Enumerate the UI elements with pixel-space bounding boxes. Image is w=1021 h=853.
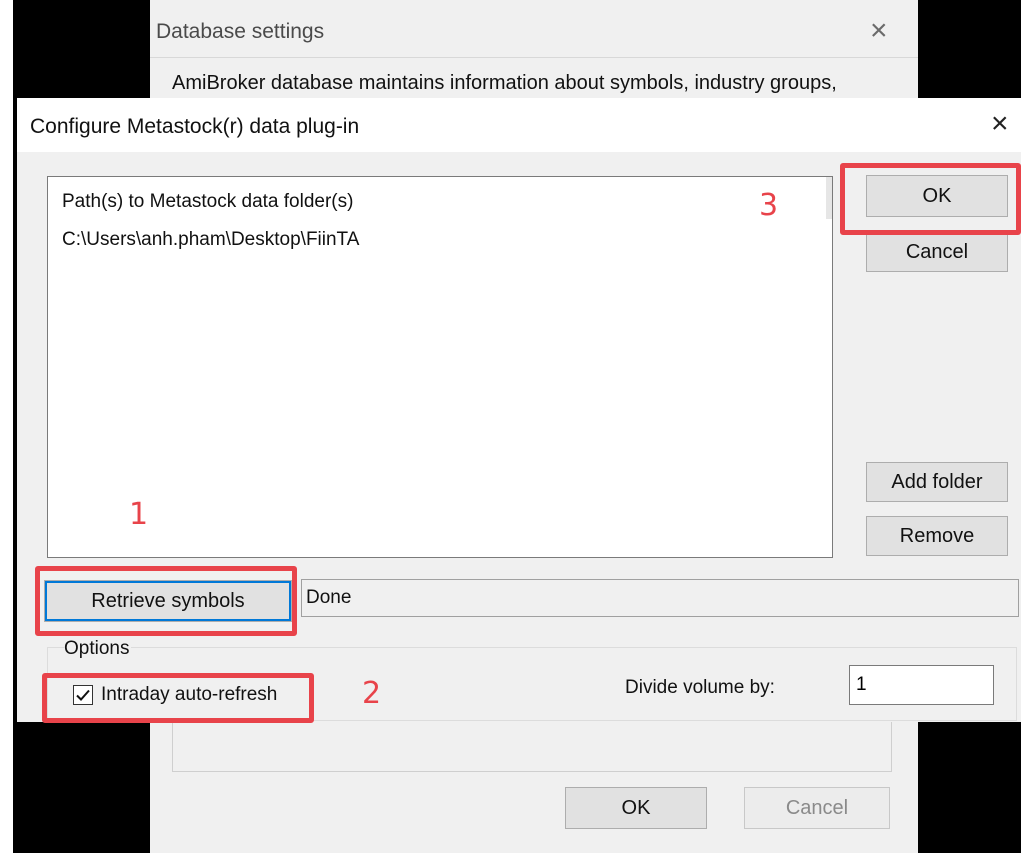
- highlight-retrieve-symbols: [35, 566, 297, 636]
- list-item[interactable]: Path(s) to Metastock data folder(s): [62, 191, 353, 213]
- cancel-button[interactable]: Cancel: [866, 232, 1008, 272]
- annotation-step-2: 2: [362, 676, 382, 711]
- paths-listbox[interactable]: Path(s) to Metastock data folder(s) C:\U…: [47, 176, 833, 558]
- highlight-ok: [840, 163, 1021, 235]
- database-description: AmiBroker database maintains information…: [172, 72, 837, 94]
- divide-volume-input[interactable]: 1: [849, 665, 994, 705]
- remove-button[interactable]: Remove: [866, 516, 1008, 556]
- database-cancel-button[interactable]: Cancel: [744, 787, 890, 829]
- dialog-title: Configure Metastock(r) data plug-in: [30, 115, 360, 138]
- highlight-intraday-auto-refresh: [42, 673, 314, 723]
- database-settings-title: Database settings: [156, 20, 325, 43]
- divide-volume-label: Divide volume by:: [625, 677, 775, 698]
- bg-groupbox-bottom: [172, 722, 892, 772]
- backdrop-bottom-left: [17, 722, 150, 853]
- backdrop-bottom-right: [918, 722, 1021, 853]
- status-text: Done: [301, 579, 1019, 617]
- annotation-step-3: 3: [759, 188, 779, 223]
- options-group-label: Options: [64, 638, 132, 660]
- listbox-scrollbar[interactable]: [826, 177, 832, 219]
- title-divider: [150, 57, 918, 58]
- backdrop-top-right: [918, 0, 1021, 98]
- annotation-step-1: 1: [129, 497, 149, 532]
- database-ok-button[interactable]: OK: [565, 787, 707, 829]
- list-item[interactable]: C:\Users\anh.pham\Desktop\FiinTA: [62, 229, 359, 251]
- close-icon[interactable]: ×: [870, 16, 888, 46]
- dialog-titlebar: Configure Metastock(r) data plug-in ×: [17, 98, 1021, 152]
- backdrop-top-left: [17, 0, 150, 98]
- close-icon[interactable]: ×: [991, 109, 1009, 139]
- add-folder-button[interactable]: Add folder: [866, 462, 1008, 502]
